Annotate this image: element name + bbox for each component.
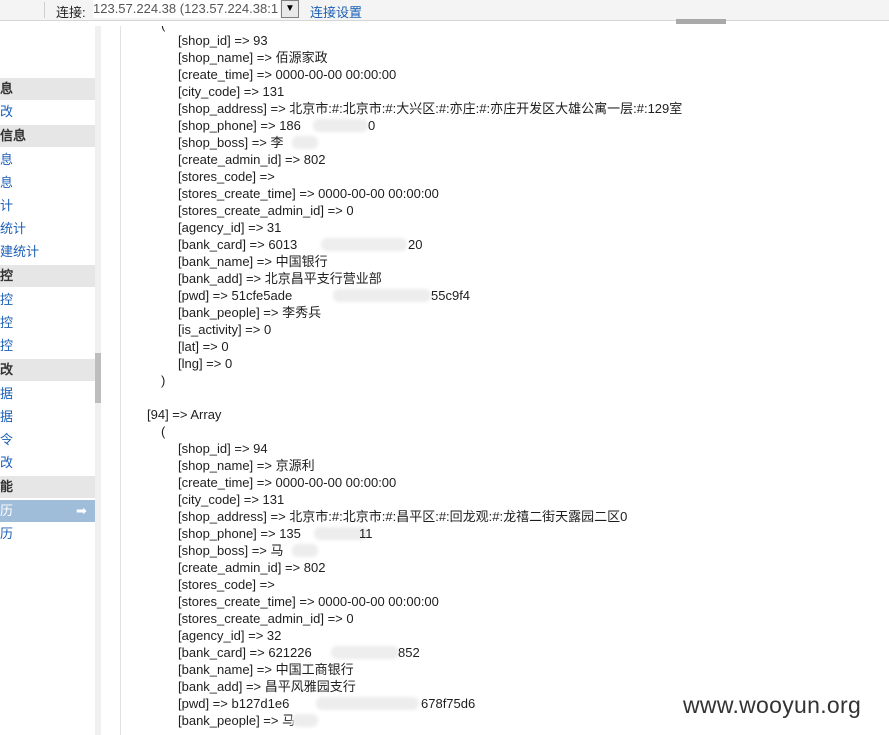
dropdown-arrow-icon[interactable]: ▼	[281, 0, 299, 18]
redaction-blur	[313, 119, 368, 132]
field-line: [city_code] => 131	[178, 492, 285, 507]
field-line: [create_time] => 0000-00-00 00:00:00	[178, 67, 397, 82]
toolbar-separator	[44, 2, 45, 18]
field-line: [create_time] => 0000-00-00 00:00:00	[178, 475, 397, 490]
field-line: [pwd] => 51cfe5ade	[178, 288, 293, 303]
field-line: [shop_name] => 佰源家政	[178, 50, 328, 65]
field-line-tail: 20	[408, 237, 423, 252]
array-close-paren: )	[161, 373, 166, 388]
redaction-blur	[292, 136, 318, 149]
field-line: [lng] => 0	[178, 356, 233, 371]
sidebar-header[interactable]: 控	[0, 265, 95, 287]
arrow-right-icon: ➡	[76, 503, 87, 518]
sidebar-item-label: 历	[0, 503, 14, 518]
sidebar-item[interactable]: 建统计	[0, 241, 95, 263]
field-line: [stores_create_time] => 0000-00-00 00:00…	[178, 186, 439, 201]
sidebar-item[interactable]: 改	[0, 452, 95, 474]
connection-settings-link[interactable]: 连接设置	[310, 2, 362, 21]
sidebar-item[interactable]: 息	[0, 149, 95, 171]
field-line: [shop_address] => 北京市:#:北京市:#:大兴区:#:亦庄:#…	[178, 101, 683, 116]
sidebar-header[interactable]: 改	[0, 359, 95, 381]
field-line: [stores_create_time] => 0000-00-00 00:00…	[178, 594, 439, 609]
field-line: [stores_code] =>	[178, 577, 275, 592]
connection-toolbar: 连接: 123.57.224.38 (123.57.224.38:1 ▼ 连接设…	[0, 0, 889, 24]
field-line: [bank_card] => 6013	[178, 237, 298, 252]
field-line: [bank_name] => 中国工商银行	[178, 662, 354, 677]
redaction-blur	[333, 289, 431, 302]
connection-select[interactable]: 123.57.224.38 (123.57.224.38:1	[93, 0, 280, 18]
field-line: [create_admin_id] => 802	[178, 560, 326, 575]
field-line: [stores_create_admin_id] => 0	[178, 611, 354, 626]
sidebar-item[interactable]: 息	[0, 172, 95, 194]
redaction-blur	[292, 544, 318, 557]
field-line: [shop_boss] => 李	[178, 135, 284, 150]
field-line: [create_admin_id] => 802	[178, 152, 326, 167]
field-line: [bank_people] => 马	[178, 713, 296, 728]
redaction-blur	[292, 714, 318, 727]
field-line: [pwd] => b127d1e6	[178, 696, 290, 711]
field-line: [shop_id] => 94	[178, 441, 268, 456]
field-line: [agency_id] => 31	[178, 220, 282, 235]
array-open-paren: (	[161, 424, 166, 439]
field-line: [bank_card] => 621226	[178, 645, 312, 660]
field-line: [agency_id] => 32	[178, 628, 282, 643]
field-line: [shop_name] => 京源利	[178, 458, 315, 473]
output-panel: ( [shop_id] => 93 [shop_name] => 佰源家政 [c…	[121, 26, 889, 735]
field-line: [bank_add] => 昌平风雅园支行	[178, 679, 356, 694]
sidebar-item[interactable]: 控	[0, 289, 95, 311]
field-line: [shop_phone] => 186	[178, 118, 301, 133]
sidebar-header[interactable]: 息	[0, 78, 95, 100]
array-index-line: [94] => Array	[147, 407, 222, 422]
sidebar: 息 改 信息 息 息 计 统计 建统计 控 控 控 控 改 据 据 令 改 能 …	[0, 26, 95, 735]
field-line-tail: 11	[359, 526, 373, 541]
field-line: [shop_id] => 93	[178, 33, 268, 48]
sidebar-scrollbar[interactable]	[95, 26, 101, 735]
field-line-tail: 852	[398, 645, 420, 660]
field-line: [bank_people] => 李秀兵	[178, 305, 322, 320]
field-line: [bank_add] => 北京昌平支行营业部	[178, 271, 382, 286]
sidebar-item-active[interactable]: 历 ➡	[0, 500, 95, 522]
field-line: [stores_code] =>	[178, 169, 275, 184]
sidebar-item[interactable]: 据	[0, 406, 95, 428]
redaction-blur	[331, 646, 399, 659]
sidebar-item[interactable]: 历	[0, 523, 95, 545]
field-line: [bank_name] => 中国银行	[178, 254, 328, 269]
sidebar-item[interactable]: 据	[0, 383, 95, 405]
watermark: www.wooyun.org	[683, 692, 862, 718]
field-line: [shop_address] => 北京市:#:北京市:#:昌平区:#:回龙观:…	[178, 509, 628, 524]
array-open-paren: (	[161, 26, 165, 33]
field-line: [shop_boss] => 马	[178, 543, 284, 558]
redaction-blur	[316, 697, 419, 710]
field-line: [city_code] => 131	[178, 84, 285, 99]
field-line: [stores_create_admin_id] => 0	[178, 203, 354, 218]
field-line-tail: 678f75d6	[421, 696, 476, 711]
sidebar-item[interactable]: 改	[0, 101, 95, 123]
sidebar-item[interactable]: 计	[0, 195, 95, 217]
sidebar-header[interactable]: 信息	[0, 125, 95, 147]
sidebar-item[interactable]: 控	[0, 312, 95, 334]
scrollbar-thumb[interactable]	[95, 353, 101, 403]
field-line: [is_activity] => 0	[178, 322, 272, 337]
tab-indicator	[676, 19, 726, 24]
sidebar-item[interactable]: 统计	[0, 218, 95, 240]
sidebar-item[interactable]: 控	[0, 335, 95, 357]
field-line: [shop_phone] => 135	[178, 526, 301, 541]
field-line: [lat] => 0	[178, 339, 229, 354]
sidebar-item[interactable]: 令	[0, 429, 95, 451]
field-line-tail: 55c9f4	[431, 288, 471, 303]
field-line-tail: 0	[368, 118, 376, 133]
sidebar-header[interactable]: 能	[0, 476, 95, 498]
redaction-blur	[321, 238, 407, 251]
connection-label: 连接:	[56, 5, 86, 20]
